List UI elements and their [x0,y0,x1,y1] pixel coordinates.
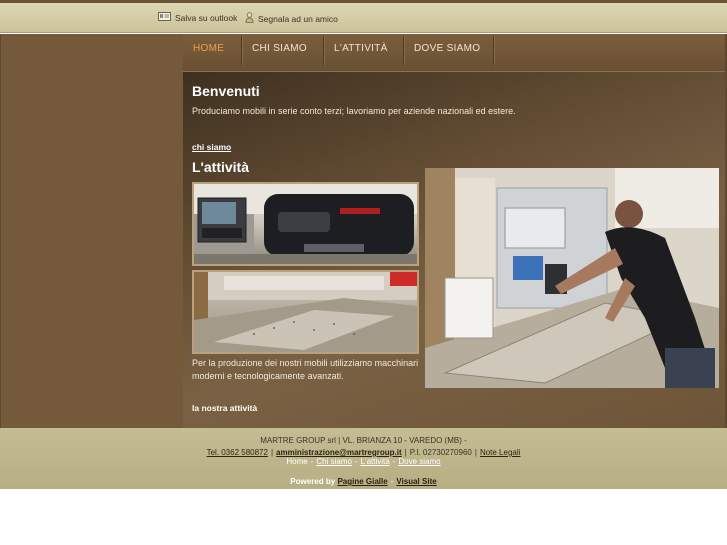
chi-siamo-link[interactable]: chi siamo [192,142,231,152]
footer-legal-link[interactable]: Note Legali [480,448,520,457]
activity-text: Per la produzione dei nostri mobili util… [192,358,419,381]
footer-piva: P.I. 02730270960 [409,448,472,457]
save-outlook-label: Salva su outlook [175,12,238,23]
footer-link-chi-siamo[interactable]: Chi siamo [316,457,352,466]
footer-links: Home - Chi siamo - L'attività - Dove siamo [286,457,441,466]
main-navigation: HOME CHI SIAMO L'ATTIVITÀ DOVE SIAMO [183,34,725,71]
save-outlook-link[interactable]: Salva su outlook [158,12,237,23]
cutting-table-photo [192,270,419,354]
tell-friend-label: Segnala ad un amico [258,13,338,24]
pagine-gialle-link[interactable]: Pagine Gialle [337,477,387,486]
nav-chi-siamo[interactable]: CHI SIAMO [242,36,324,65]
footer-link-dove-siamo[interactable]: Dove siamo [398,457,440,466]
welcome-text: Produciamo mobili in serie conto terzi; … [192,106,516,116]
left-sidebar [0,34,183,428]
machine-panel-photo [192,182,419,266]
tell-friend-link[interactable]: Segnala ad un amico [245,12,338,25]
nav-dove-siamo[interactable]: DOVE SIAMO [404,36,494,65]
footer-contacts: Tel. 0362 580872 | amministrazione@martreg… [206,448,521,457]
footer-powered: Powered by Pagine Gialle - Visual Site [290,477,437,486]
nav-home[interactable]: HOME [183,36,242,65]
activity-link[interactable]: la nostra attività [192,403,257,413]
worker-machine-photo [425,168,719,388]
person-icon [245,12,254,25]
top-bar: Salva su outlook Segnala ad un amico [0,3,727,33]
main-content: Benvenuti Produciamo mobili in serie con… [183,71,725,428]
footer-link-home[interactable]: Home [286,457,307,466]
footer-company: MARTRE GROUP srl | VL. BRIANZA 10 - VARE… [260,436,467,445]
footer-link-attivita[interactable]: L'attività [361,457,390,466]
footer-tel-link[interactable]: Tel. 0362 580872 [207,448,268,457]
powered-by-label: Powered by [290,477,336,486]
welcome-heading: Benvenuti [192,83,260,99]
activity-heading: L'attività [192,159,250,175]
footer: MARTRE GROUP srl | VL. BRIANZA 10 - VARE… [0,428,727,489]
contact-card-icon [158,12,171,23]
nav-attivita[interactable]: L'ATTIVITÀ [324,36,404,65]
visual-site-link[interactable]: Visual Site [396,477,436,486]
footer-email-link[interactable]: amministrazione@martregroup.it [276,448,402,457]
